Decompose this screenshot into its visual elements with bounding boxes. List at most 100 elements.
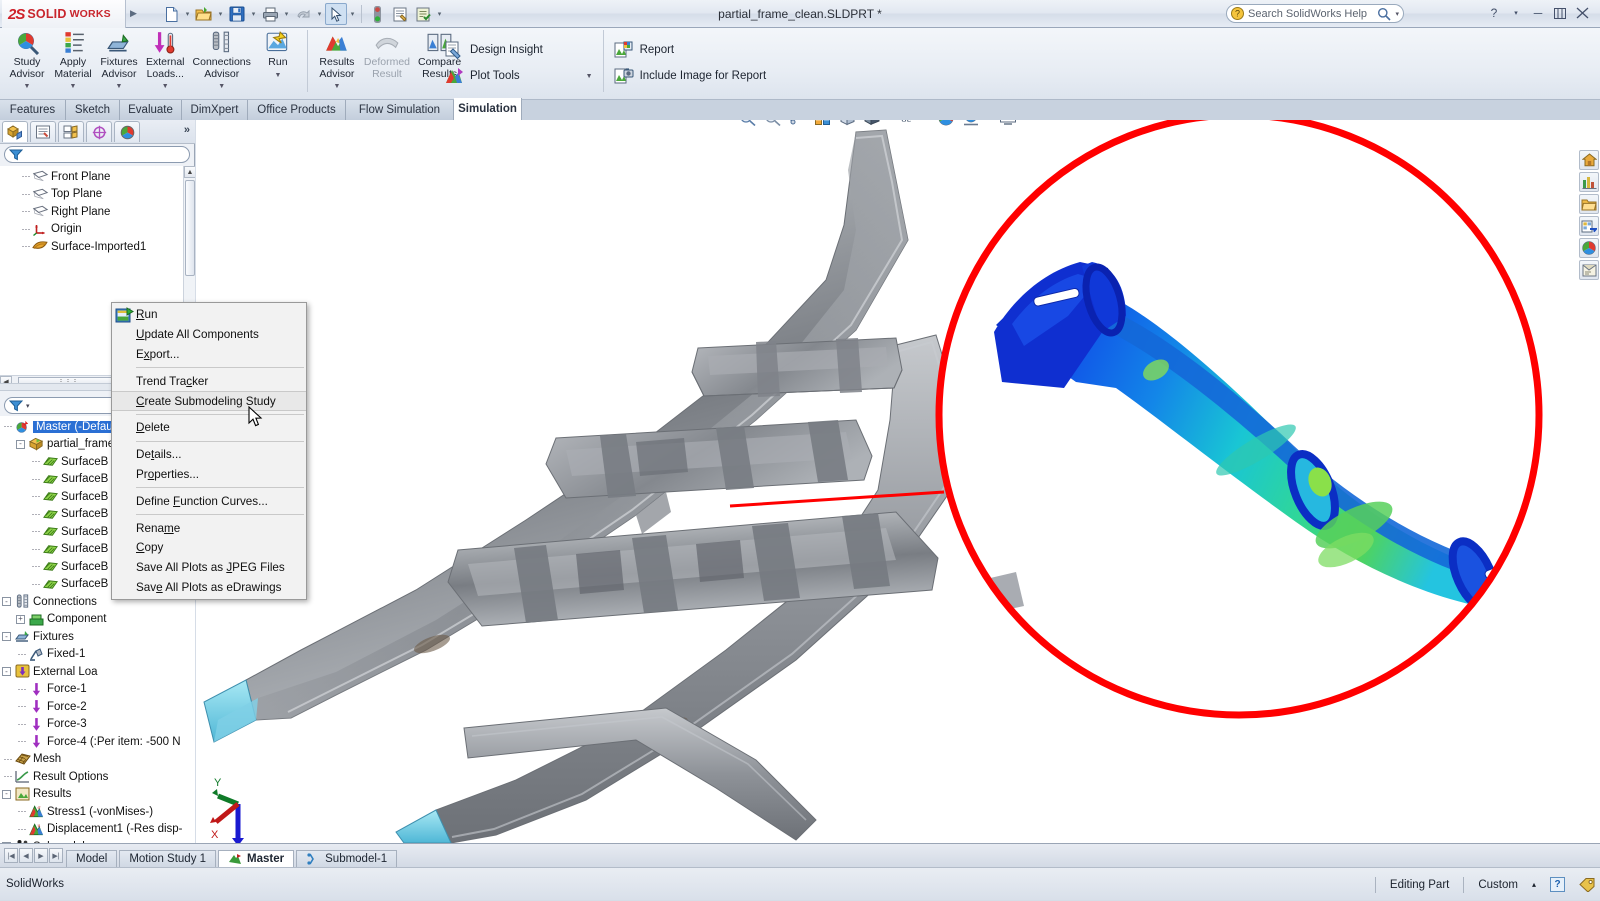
tab-office-products[interactable]: Office Products [248, 100, 346, 120]
search-properties-icon[interactable] [1579, 216, 1599, 236]
model-tree-item[interactable]: ⋯ Right Plane [0, 203, 182, 221]
simulation-tree-item[interactable]: ⋯ Force-2 [0, 698, 195, 716]
appearances-icon[interactable] [1579, 238, 1599, 258]
help-caret-icon[interactable]: ▾ [1506, 3, 1526, 23]
study-tab-master[interactable]: Master [218, 849, 295, 868]
tab-flow-simulation[interactable]: Flow Simulation [346, 100, 454, 120]
menu-item-save-all-plots-as-jpeg-files[interactable]: Save All Plots as JPEG Files [112, 558, 306, 578]
ribbon-button-caret-icon[interactable]: ▼ [274, 70, 281, 82]
graphics-viewport[interactable]: ▾ 6ɐ ▾ ▾ ▾ ─ [196, 120, 1600, 843]
menu-item-save-all-plots-as-edrawings[interactable]: Save All Plots as eDrawings [112, 578, 306, 598]
simulation-tree-item[interactable]: - External Loa [0, 663, 195, 681]
tab-simulation[interactable]: Simulation [454, 98, 522, 120]
units-caret-icon[interactable]: ▴ [1532, 880, 1536, 889]
filter-caret-icon[interactable]: ▾ [26, 402, 30, 410]
study-tab-submodel-1[interactable]: Submodel-1 [296, 849, 398, 868]
units-label[interactable]: Custom [1478, 879, 1518, 891]
simulation-tree-item[interactable]: ⋯ Force-1 [0, 681, 195, 699]
ribbon-button-connections[interactable]: Connections Advisor ▼ [189, 28, 255, 93]
save-document-caret-icon[interactable]: ▾ [249, 3, 258, 25]
ribbon-list-item-report[interactable]: Report [610, 37, 771, 63]
undo-icon[interactable] [292, 3, 314, 25]
menu-item-copy[interactable]: Copy [112, 538, 306, 558]
menu-item-define-function-curves[interactable]: Define Function Curves... [112, 491, 306, 511]
menu-item-create-submodeling-study[interactable]: Create Submodeling Study [112, 391, 306, 411]
help-search-box[interactable]: ? Search SolidWorks Help ▾ [1226, 4, 1404, 23]
new-document-caret-icon[interactable]: ▾ [183, 3, 192, 25]
cad-model-render[interactable]: Y X [196, 120, 1600, 843]
plot-tools-caret-icon[interactable]: ▼ [526, 73, 593, 80]
tag-icon[interactable] [1579, 877, 1596, 892]
tree-expander-minus-icon[interactable]: - [2, 597, 11, 607]
tree-expander-minus-icon[interactable]: - [2, 789, 11, 799]
tab-next-icon[interactable]: ▶ [34, 848, 48, 863]
study-context-menu[interactable]: Run Update All Components Export... Trend T… [111, 302, 307, 601]
ribbon-button-caret-icon[interactable]: ▼ [162, 81, 169, 93]
custom-properties-icon[interactable] [1579, 260, 1599, 280]
scroll-up-arrow-icon[interactable]: ▲ [184, 166, 195, 178]
minimize-button[interactable]: ─ [1528, 3, 1548, 23]
ribbon-button-caret-icon[interactable]: ▼ [116, 81, 123, 93]
ribbon-button-caret-icon[interactable]: ▼ [70, 81, 77, 93]
feature-manager-tab[interactable] [2, 121, 28, 142]
menu-item-update-all-components[interactable]: Update All Components [112, 325, 306, 345]
select-tool-caret-icon[interactable]: ▾ [348, 3, 357, 25]
simulation-tree-item[interactable]: ⋯ σ Stress1 (-vonMises-) [0, 803, 195, 821]
simulation-tree-item[interactable]: - Fixtures [0, 628, 195, 646]
tree-expander-plus-icon[interactable]: + [16, 614, 25, 624]
simulation-tree-item[interactable]: ⋯ Force-3 [0, 716, 195, 734]
help-search-caret-icon[interactable]: ▾ [1395, 10, 1399, 18]
menu-expand-arrow-icon[interactable]: ▶ [130, 8, 137, 19]
home-icon[interactable] [1579, 150, 1599, 170]
model-tree-item[interactable]: ⋯ Origin [0, 221, 182, 239]
feature-tree-filter[interactable] [4, 146, 190, 163]
tab-sketch[interactable]: Sketch [66, 100, 120, 120]
simulation-tree-item[interactable]: + Component [0, 611, 195, 629]
model-tree-scroll-thumb[interactable] [185, 180, 195, 276]
ribbon-list-item-include-image-for-report[interactable]: Include Image for Report [610, 63, 771, 89]
simulation-tree-item[interactable]: ⋯ Mesh [0, 751, 195, 769]
tree-expander-minus-icon[interactable]: - [16, 439, 25, 449]
menu-item-properties[interactable]: Properties... [112, 465, 306, 485]
ribbon-button-caret-icon[interactable]: ▼ [333, 81, 340, 93]
rebuild-icon[interactable] [366, 3, 388, 25]
study-tab-motion-study-1[interactable]: Motion Study 1 [119, 849, 217, 868]
tab-dimxpert[interactable]: DimXpert [182, 100, 248, 120]
select-tool-icon[interactable] [325, 3, 347, 25]
tab-evaluate[interactable]: Evaluate [120, 100, 182, 120]
simulation-tree-item[interactable]: ⋯ Result Options [0, 768, 195, 786]
study-tab-model[interactable]: Model [66, 849, 118, 868]
ribbon-list-item-design-insight[interactable]: Design Insight [440, 37, 597, 63]
print-document-icon[interactable] [259, 3, 281, 25]
tab-prev-icon[interactable]: ◀ [19, 848, 33, 863]
dimxpert-manager-tab[interactable] [86, 121, 112, 142]
options-icon[interactable] [389, 3, 411, 25]
simulation-tree-item[interactable]: ⋯ Force-4 (:Per item: -500 N [0, 733, 195, 751]
property-manager-tab[interactable] [30, 121, 56, 142]
design-library-icon[interactable] [1579, 172, 1599, 192]
tree-expander-minus-icon[interactable]: - [2, 667, 11, 677]
ribbon-button-external[interactable]: External Loads... ▼ [142, 28, 189, 93]
configuration-manager-tab[interactable] [58, 121, 84, 142]
close-button[interactable] [1572, 3, 1592, 23]
model-tree-item[interactable]: ⋯ Surface-Imported1 [0, 238, 182, 256]
file-explorer-icon[interactable] [1579, 194, 1599, 214]
display-manager-tab[interactable] [114, 121, 140, 142]
feature-manager-more-button[interactable]: » [184, 124, 190, 136]
simulation-tree-item[interactable]: - Results [0, 786, 195, 804]
open-document-caret-icon[interactable]: ▾ [216, 3, 225, 25]
status-help-badge[interactable]: ? [1550, 877, 1565, 892]
simulation-tree-item[interactable]: ⋯ Fixed-1 [0, 646, 195, 664]
ribbon-button-apply[interactable]: Apply Material ▼ [50, 28, 96, 93]
open-document-icon[interactable] [193, 3, 215, 25]
model-tree-item[interactable]: ⋯ Front Plane [0, 168, 182, 186]
simulation-tree-item[interactable]: ⋯ u Displacement1 (-Res disp- [0, 821, 195, 839]
menu-item-trend-tracker[interactable]: Trend Tracker [112, 371, 306, 391]
menu-item-run[interactable]: Run [112, 305, 306, 325]
menu-item-details[interactable]: Details... [112, 445, 306, 465]
menu-item-delete[interactable]: Delete [112, 418, 306, 438]
help-icon[interactable]: ? [1484, 3, 1504, 23]
tab-last-icon[interactable]: ▶| [49, 848, 63, 863]
tab-features[interactable]: Features [0, 100, 66, 120]
file-properties-icon[interactable] [412, 3, 434, 25]
